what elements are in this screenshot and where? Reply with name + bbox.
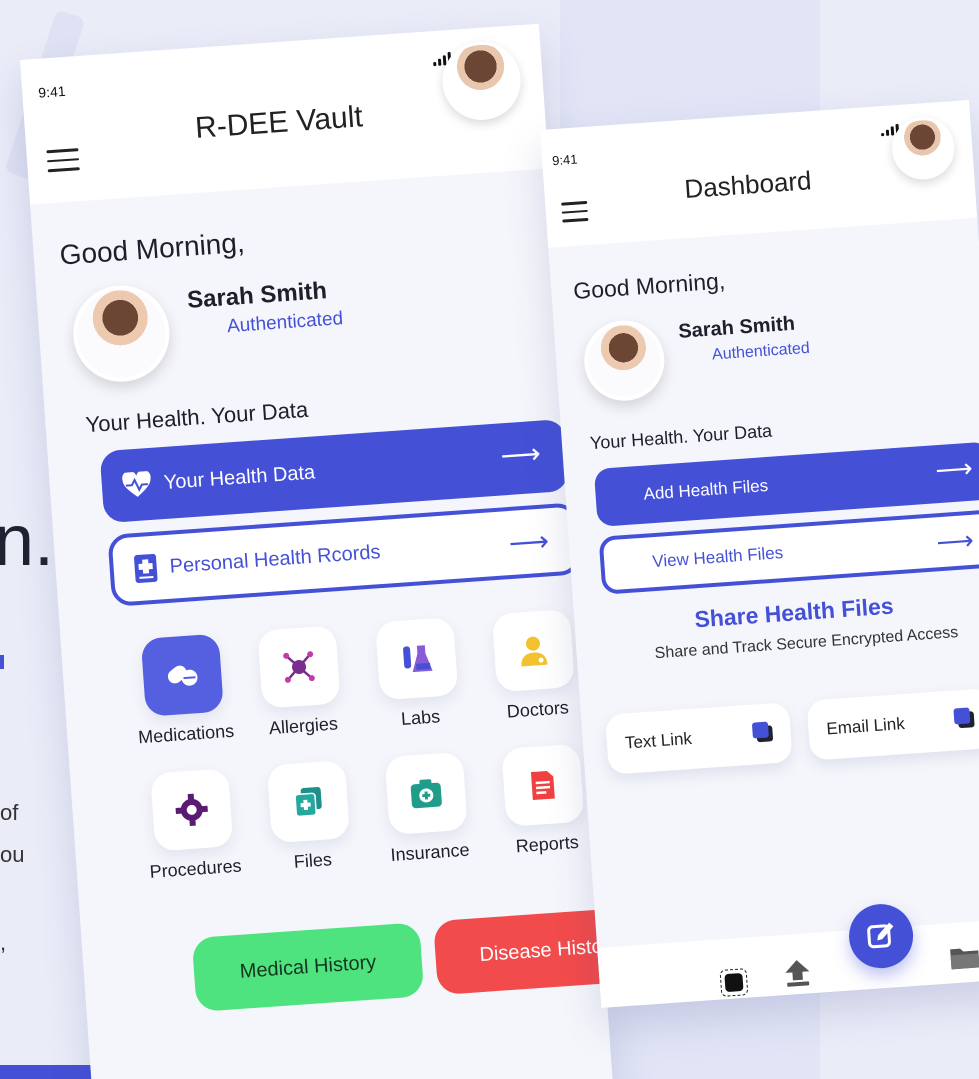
- arrow-right-icon: ⟶: [499, 437, 542, 472]
- profile-photo: [70, 282, 173, 385]
- tile-labs[interactable]: Labs: [355, 616, 480, 733]
- tile-label: Medications: [137, 720, 235, 748]
- partial-text-line: ,: [0, 930, 7, 955]
- tile-label: Reports: [515, 831, 580, 857]
- arrow-right-icon: ⟶: [507, 525, 550, 560]
- tile-label: Procedures: [148, 855, 243, 882]
- heart-pulse-icon: [121, 470, 153, 499]
- auth-status: Authenticated: [711, 339, 811, 364]
- tile-allergies[interactable]: Allergies: [238, 624, 363, 741]
- medical-document-icon: [133, 553, 159, 585]
- greeting: Good Morning,: [58, 226, 246, 271]
- edit-icon: [867, 922, 894, 949]
- partial-text-line: ou: [0, 842, 25, 867]
- medical-history-button[interactable]: Medical History: [191, 922, 425, 1012]
- copy-icon: [752, 721, 774, 743]
- tile-label: Labs: [400, 706, 441, 729]
- arrow-right-icon: ⟶: [935, 524, 975, 558]
- email-link-label: Email Link: [825, 714, 906, 739]
- page-title: R-DEE Vault: [194, 100, 364, 145]
- tile-files[interactable]: Files: [247, 759, 372, 876]
- menu-icon[interactable]: [561, 200, 589, 223]
- bottom-nav: [597, 902, 979, 1008]
- menu-icon[interactable]: [46, 148, 80, 172]
- text-link-label: Text Link: [624, 728, 693, 753]
- doctor-icon: [492, 608, 576, 693]
- upload-icon[interactable]: [782, 957, 812, 989]
- auth-status: Authenticated: [226, 308, 344, 338]
- allergen-icon: [257, 625, 341, 709]
- share-title: Share Health Files: [693, 592, 895, 633]
- report-icon: [501, 743, 585, 827]
- health-records-label: Personal Health Rcords: [168, 540, 382, 578]
- copy-icon: [953, 707, 975, 729]
- page-title: Dashboard: [683, 165, 813, 205]
- user-name: Sarah Smith: [677, 312, 796, 343]
- accent-mark: [0, 655, 4, 669]
- add-files-label: Add Health Files: [642, 475, 769, 504]
- tile-label: Doctors: [506, 697, 570, 722]
- status-time: 9:41: [551, 151, 578, 169]
- tagline: Your Health. Your Data: [84, 396, 309, 438]
- tile-medications[interactable]: Medications: [121, 632, 246, 749]
- files-icon: [267, 760, 351, 844]
- select-icon[interactable]: [719, 968, 749, 998]
- flask-icon: [374, 617, 459, 701]
- gear-icon: [149, 768, 234, 852]
- partial-text-line: of: [0, 800, 19, 825]
- insurance-icon: [384, 751, 468, 836]
- folder-icon[interactable]: [948, 943, 979, 971]
- tagline: Your Health. Your Data: [589, 420, 773, 454]
- tile-label: Insurance: [389, 839, 471, 866]
- view-files-label: View Health Files: [651, 543, 784, 572]
- pills-icon: [140, 633, 224, 717]
- tile-insurance[interactable]: Insurance: [365, 750, 490, 867]
- partial-heading: n.: [0, 501, 55, 581]
- status-time: 9:41: [37, 82, 67, 101]
- vault-screen: 9:41 R-DEE Vault Good Morning, Sarah Smi…: [20, 23, 614, 1079]
- tile-procedures[interactable]: Procedures: [130, 767, 255, 884]
- top-bar: 9:41 R-DEE Vault: [20, 23, 549, 205]
- tile-label: Allergies: [268, 713, 339, 739]
- greeting: Good Morning,: [572, 267, 726, 305]
- health-data-label: Your Health Data: [163, 460, 316, 494]
- category-grid: Medications Allergies Labs Doctors Proce…: [121, 608, 607, 884]
- tile-label: Files: [293, 849, 333, 872]
- user-name: Sarah Smith: [186, 277, 328, 314]
- arrow-right-icon: ⟶: [934, 452, 974, 486]
- profile-photo: [581, 317, 667, 404]
- text-link-button[interactable]: Text Link: [604, 702, 793, 775]
- dashboard-screen: 9:41 Dashboard Good Morning, Sarah Smith…: [540, 100, 979, 1008]
- email-link-button[interactable]: Email Link: [806, 687, 979, 761]
- compose-button[interactable]: [846, 902, 916, 971]
- disease-history-button[interactable]: Disease History: [433, 905, 614, 996]
